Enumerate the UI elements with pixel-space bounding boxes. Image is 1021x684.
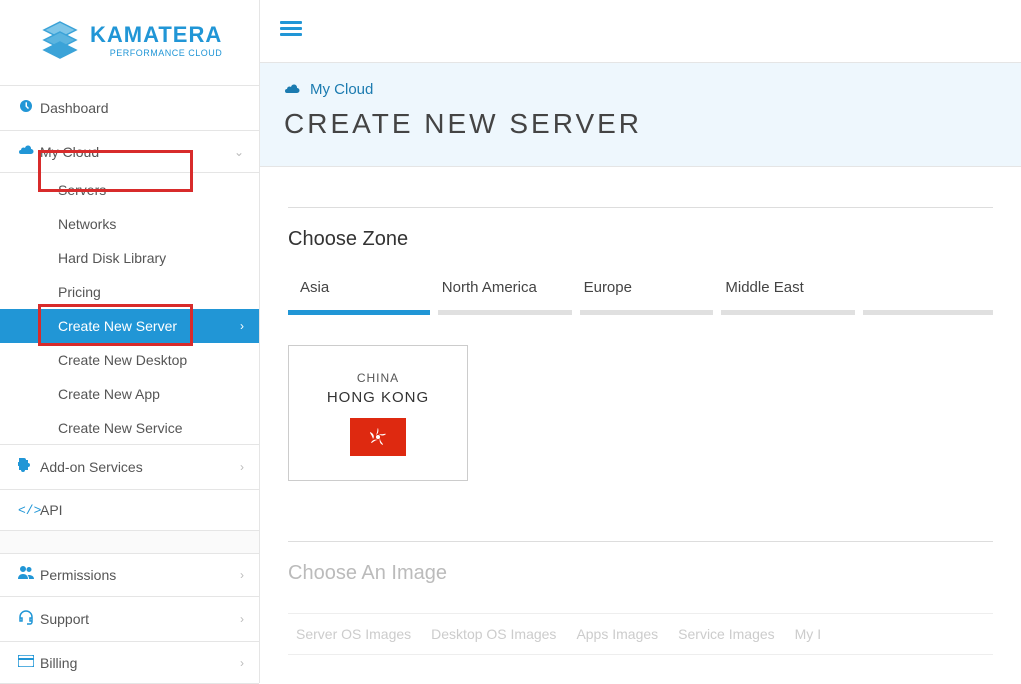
dashboard-icon	[18, 98, 40, 118]
zone-card-hong-kong[interactable]: CHINA HONG KONG	[288, 345, 468, 481]
sidebar-label: API	[40, 502, 63, 518]
sidebar-item-api[interactable]: </> API	[0, 489, 259, 531]
card-icon	[18, 654, 40, 671]
brand-tagline: PERFORMANCE CLOUD	[90, 48, 222, 58]
image-tab-service[interactable]: Service Images	[678, 626, 774, 642]
sidebar-sublabel: Servers	[58, 182, 106, 198]
logo[interactable]: KAMATERA PERFORMANCE CLOUD	[0, 0, 259, 86]
cloud-icon	[284, 82, 300, 98]
sidebar-subitem-servers[interactable]: Servers	[0, 173, 259, 207]
page-title: CREATE NEW SERVER	[284, 108, 997, 140]
chevron-right-icon: ›	[240, 460, 244, 474]
menu-toggle-button[interactable]	[280, 18, 302, 39]
sidebar-item-addon-services[interactable]: Add-on Services ›	[0, 444, 259, 490]
zone-tab-asia[interactable]: Asia	[288, 279, 430, 315]
sidebar-sublabel: Pricing	[58, 284, 101, 300]
sidebar-label: Support	[40, 611, 89, 627]
cloud-icon	[18, 143, 40, 160]
section-title-image: Choose An Image	[288, 562, 993, 585]
sidebar-subitem-create-new-server[interactable]: Create New Server ›	[0, 309, 259, 343]
sidebar-label: My Cloud	[40, 144, 99, 160]
sidebar-subitem-networks[interactable]: Networks	[0, 207, 259, 241]
sidebar-sublabel: Create New App	[58, 386, 160, 402]
sidebar-item-billing[interactable]: Billing ›	[0, 641, 259, 684]
zone-city: HONG KONG	[327, 389, 429, 406]
zone-country: CHINA	[357, 371, 399, 385]
sidebar-label: Dashboard	[40, 100, 109, 116]
zone-tab-europe[interactable]: Europe	[580, 279, 714, 315]
sidebar-sublabel: Create New Service	[58, 420, 183, 436]
image-tab-my[interactable]: My I	[795, 626, 821, 642]
sidebar-label: Permissions	[40, 567, 116, 583]
sidebar-item-my-cloud[interactable]: My Cloud ⌄	[0, 130, 259, 173]
image-tab-server-os[interactable]: Server OS Images	[296, 626, 411, 642]
brand-name: KAMATERA	[90, 22, 222, 48]
users-icon	[18, 566, 40, 584]
image-tab-bar: Server OS Images Desktop OS Images Apps …	[288, 613, 993, 655]
sidebar-subitem-create-new-desktop[interactable]: Create New Desktop	[0, 343, 259, 377]
zone-tab-middle-east[interactable]: Middle East	[721, 279, 855, 315]
zone-tab-north-america[interactable]: North America	[438, 279, 572, 315]
sidebar-label: Add-on Services	[40, 459, 143, 475]
puzzle-icon	[18, 457, 40, 477]
sidebar-item-support[interactable]: Support ›	[0, 596, 259, 642]
logo-icon	[40, 20, 80, 60]
chevron-right-icon: ›	[240, 612, 244, 626]
chevron-down-icon: ⌄	[234, 145, 244, 159]
chevron-right-icon: ›	[240, 568, 244, 582]
breadcrumb-label: My Cloud	[310, 81, 373, 98]
breadcrumb[interactable]: My Cloud	[284, 81, 997, 98]
sidebar-subitem-pricing[interactable]: Pricing	[0, 275, 259, 309]
sidebar-label: Billing	[40, 655, 77, 671]
sidebar-subitem-hard-disk-library[interactable]: Hard Disk Library	[0, 241, 259, 275]
sidebar-item-dashboard[interactable]: Dashboard	[0, 85, 259, 131]
sidebar-subitem-create-new-service[interactable]: Create New Service	[0, 411, 259, 445]
sidebar-sublabel: Create New Server	[58, 318, 177, 334]
zone-tab-bar: Asia North America Europe Middle East	[288, 279, 993, 315]
headset-icon	[18, 609, 40, 629]
image-tab-apps[interactable]: Apps Images	[576, 626, 658, 642]
sidebar-item-permissions[interactable]: Permissions ›	[0, 553, 259, 597]
sidebar-sublabel: Create New Desktop	[58, 352, 187, 368]
chevron-right-icon: ›	[240, 319, 244, 333]
sidebar-subitem-create-new-app[interactable]: Create New App	[0, 377, 259, 411]
code-icon: </>	[18, 503, 40, 518]
chevron-right-icon: ›	[240, 656, 244, 670]
zone-tab-extra[interactable]	[863, 279, 993, 315]
flag-hk-icon	[350, 418, 406, 456]
section-title-zone: Choose Zone	[288, 228, 993, 251]
sidebar-sublabel: Hard Disk Library	[58, 250, 166, 266]
image-tab-desktop-os[interactable]: Desktop OS Images	[431, 626, 556, 642]
sidebar-sublabel: Networks	[58, 216, 116, 232]
